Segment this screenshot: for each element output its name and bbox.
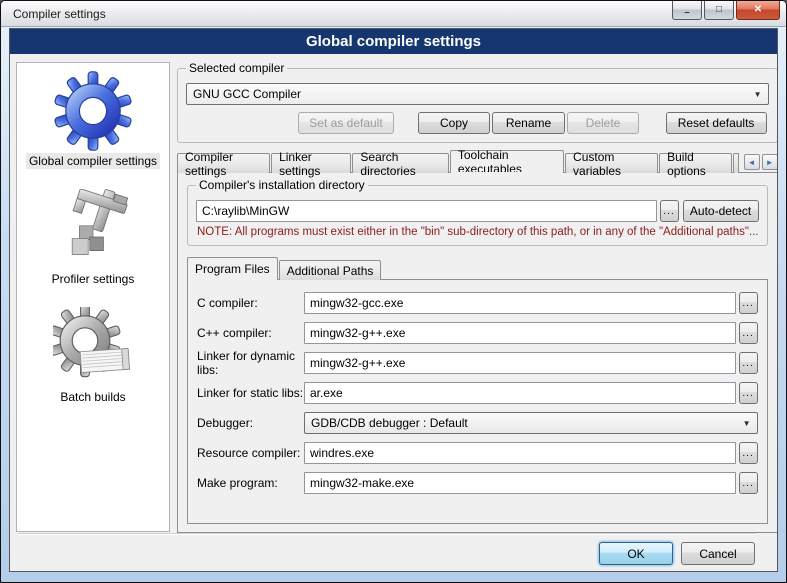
toolchain-executables-panel: Compiler's installation directory ... Au… <box>177 172 777 533</box>
tab-scroll-right-button[interactable]: ► <box>762 154 777 170</box>
installation-directory-browse-button[interactable]: ... <box>660 200 679 222</box>
resource-compiler-row: Resource compiler: ... <box>197 442 758 464</box>
arrow-right-icon: ► <box>766 158 774 167</box>
delete-button[interactable]: Delete <box>567 112 639 134</box>
tab-linker-settings[interactable]: Linker settings <box>271 153 351 173</box>
cancel-button[interactable]: Cancel <box>681 542 755 565</box>
sidebar-item-global-compiler-settings[interactable]: Global compiler settings <box>26 71 160 169</box>
static-linker-row: Linker for static libs: ... <box>197 382 758 404</box>
footer-divider <box>18 533 755 535</box>
dialog-body: Global compiler settings <box>9 28 778 572</box>
dialog-footer: OK Cancel <box>10 533 777 571</box>
close-button[interactable]: ✕ <box>736 1 780 20</box>
c-compiler-browse-button[interactable]: ... <box>739 292 758 314</box>
ok-button[interactable]: OK <box>599 542 673 565</box>
static-linker-input[interactable] <box>304 382 736 404</box>
make-program-label: Make program: <box>197 476 304 490</box>
caliper-icon <box>53 189 133 269</box>
rename-button[interactable]: Rename <box>492 112 565 134</box>
dynamic-linker-input[interactable] <box>304 352 736 374</box>
sidebar-item-label: Profiler settings <box>49 271 138 287</box>
gray-gear-icon <box>53 307 133 387</box>
dynamic-linker-row: Linker for dynamic libs: ... <box>197 352 758 374</box>
arrow-left-icon: ◄ <box>748 158 756 167</box>
installation-directory-group: Compiler's installation directory ... Au… <box>187 185 768 246</box>
cpp-compiler-row: C++ compiler: ... <box>197 322 758 344</box>
tab-scroll-left-button[interactable]: ◄ <box>744 154 760 170</box>
close-icon: ✕ <box>754 5 762 15</box>
set-as-default-button[interactable]: Set as default <box>298 112 394 134</box>
tab-overflow-sliver[interactable] <box>733 153 738 173</box>
program-subtab-strip: Program Files Additional Paths <box>187 258 768 280</box>
dynamic-linker-label: Linker for dynamic libs: <box>197 349 304 377</box>
c-compiler-row: C compiler: ... <box>197 292 758 314</box>
tab-search-directories[interactable]: Search directories <box>352 153 448 173</box>
debugger-row: Debugger: GDB/CDB debugger : Default ▼ <box>197 412 758 434</box>
sidebar-item-label: Global compiler settings <box>26 153 160 169</box>
maximize-icon: □ <box>716 5 722 15</box>
tab-custom-variables[interactable]: Custom variables <box>565 153 658 173</box>
compiler-select[interactable]: GNU GCC Compiler ▼ <box>186 83 769 105</box>
window-controls: – □ ✕ <box>670 1 780 20</box>
selected-compiler-group-label: Selected compiler <box>186 61 287 75</box>
settings-tab-strip: Compiler settings Linker settings Search… <box>177 150 777 173</box>
chevron-down-icon: ▼ <box>741 419 753 428</box>
sidebar-item-label: Batch builds <box>57 389 128 405</box>
page-title: Global compiler settings <box>10 29 777 54</box>
dynamic-linker-browse-button[interactable]: ... <box>739 352 758 374</box>
cpp-compiler-browse-button[interactable]: ... <box>739 322 758 344</box>
tab-scroll-buttons: ◄ ► <box>742 154 777 170</box>
debugger-label: Debugger: <box>197 416 304 430</box>
make-program-row: Make program: ... <box>197 472 758 494</box>
cpp-compiler-label: C++ compiler: <box>197 326 304 340</box>
cpp-compiler-input[interactable] <box>304 322 736 344</box>
blue-gear-icon <box>53 71 133 151</box>
c-compiler-label: C compiler: <box>197 296 304 310</box>
window-title: Compiler settings <box>13 7 106 21</box>
minimize-button[interactable]: – <box>672 1 702 20</box>
compiler-settings-window: Compiler settings – □ ✕ Global compiler … <box>0 0 787 583</box>
static-linker-label: Linker for static libs: <box>197 386 304 400</box>
c-compiler-input[interactable] <box>304 292 736 314</box>
make-program-input[interactable] <box>304 472 736 494</box>
debugger-select[interactable]: GDB/CDB debugger : Default ▼ <box>304 412 758 434</box>
reset-defaults-button[interactable]: Reset defaults <box>666 112 767 134</box>
title-bar[interactable]: Compiler settings – □ ✕ <box>1 1 786 27</box>
resource-compiler-label: Resource compiler: <box>197 446 304 460</box>
sidebar-item-profiler-settings[interactable]: Profiler settings <box>49 189 138 287</box>
installation-directory-group-label: Compiler's installation directory <box>196 178 368 192</box>
maximize-button[interactable]: □ <box>704 1 734 20</box>
sidebar-item-batch-builds[interactable]: Batch builds <box>53 307 133 405</box>
resource-compiler-browse-button[interactable]: ... <box>739 442 758 464</box>
tab-toolchain-executables[interactable]: Toolchain executables <box>450 150 564 173</box>
chevron-down-icon: ▼ <box>752 90 764 99</box>
installation-note-text: NOTE: All programs must exist either in … <box>197 226 759 238</box>
tab-build-options[interactable]: Build options <box>659 153 732 173</box>
static-linker-browse-button[interactable]: ... <box>739 382 758 404</box>
auto-detect-button[interactable]: Auto-detect <box>683 200 759 222</box>
resource-compiler-input[interactable] <box>304 442 736 464</box>
installation-directory-row: ... Auto-detect <box>196 200 759 222</box>
dialog-content: Global compiler settings <box>10 54 777 533</box>
tab-additional-paths[interactable]: Additional Paths <box>279 260 382 280</box>
program-files-panel: C compiler: ... C++ compiler: ... <box>187 279 768 524</box>
tab-compiler-settings[interactable]: Compiler settings <box>177 153 270 173</box>
selected-compiler-group: Selected compiler GNU GCC Compiler ▼ Set… <box>177 68 777 143</box>
settings-category-list: Global compiler settings <box>16 62 170 532</box>
tab-program-files[interactable]: Program Files <box>187 257 278 280</box>
minimize-icon: – <box>684 8 690 18</box>
installation-directory-input[interactable] <box>196 200 657 222</box>
compiler-buttons-row: Set as default Copy Rename Delete Reset … <box>186 112 769 134</box>
copy-button[interactable]: Copy <box>418 112 490 134</box>
main-panel: Selected compiler GNU GCC Compiler ▼ Set… <box>177 62 777 533</box>
make-program-browse-button[interactable]: ... <box>739 472 758 494</box>
